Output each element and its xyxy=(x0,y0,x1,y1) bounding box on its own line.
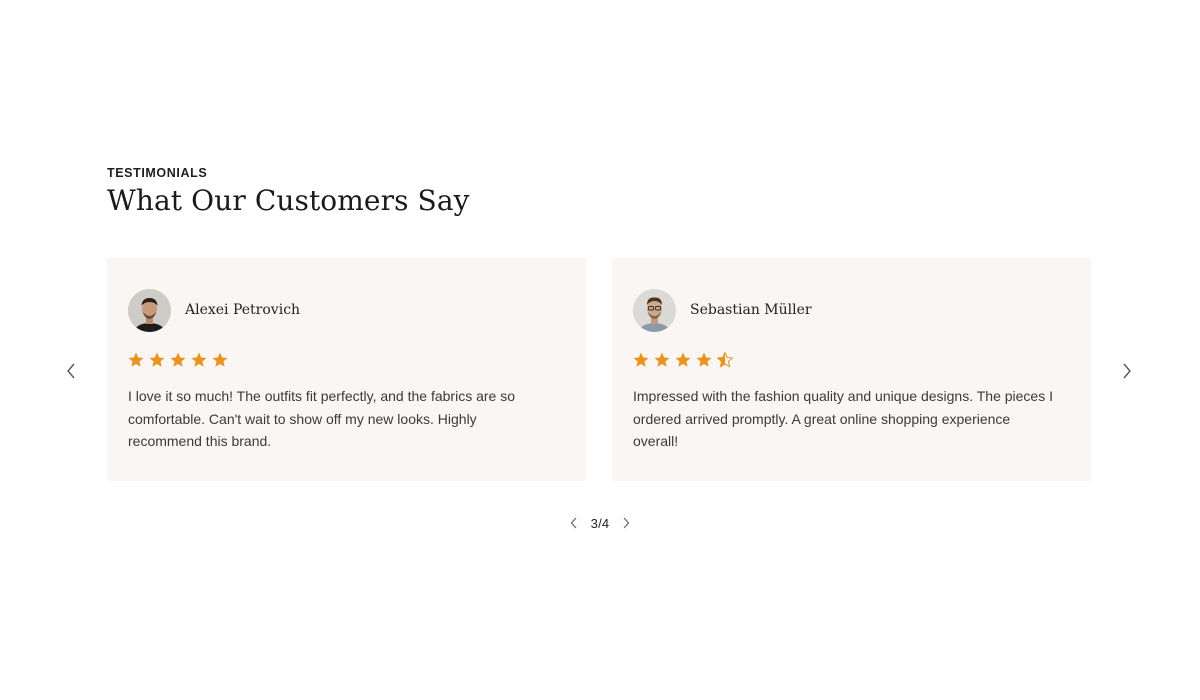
chevron-right-icon xyxy=(1123,363,1131,379)
star-icon xyxy=(149,352,165,367)
person-avatar-icon xyxy=(128,289,171,332)
chevron-right-icon xyxy=(623,517,630,529)
carousel-prev-button[interactable] xyxy=(60,360,82,382)
avatar xyxy=(128,289,171,332)
carousel-next-button[interactable] xyxy=(1116,360,1138,382)
avatar xyxy=(633,289,676,332)
pagination-prev-button[interactable] xyxy=(567,514,581,532)
person-avatar-icon xyxy=(633,289,676,332)
star-icon xyxy=(170,352,186,367)
pagination-next-button[interactable] xyxy=(619,514,633,532)
chevron-left-icon xyxy=(67,363,75,379)
star-icon xyxy=(191,352,207,367)
reviewer-name: Alexei Petrovich xyxy=(185,302,301,318)
star-icon xyxy=(696,352,712,367)
reviewer-name: Sebastian Müller xyxy=(690,302,812,318)
star-icon xyxy=(212,352,228,367)
chevron-left-icon xyxy=(570,517,577,529)
testimonial-card: Alexei Petrovich I love it so much! The … xyxy=(107,258,586,481)
star-icon xyxy=(654,352,670,367)
star-icon xyxy=(633,352,649,367)
star-rating xyxy=(632,351,734,369)
section-heading: What Our Customers Say xyxy=(107,184,470,217)
star-half-icon xyxy=(717,352,733,368)
testimonial-card: Sebastian Müller Impressed with the fash… xyxy=(612,258,1091,481)
pagination: 3/4 xyxy=(560,512,640,534)
testimonial-quote: Impressed with the fashion quality and u… xyxy=(633,388,1053,449)
star-rating xyxy=(127,351,229,369)
testimonial-quote: I love it so much! The outfits fit perfe… xyxy=(128,388,515,449)
star-icon xyxy=(675,352,691,367)
star-icon xyxy=(128,352,144,367)
testimonials-section: TESTIMONIALS What Our Customers Say Alex… xyxy=(0,0,1200,700)
pagination-counter: 3/4 xyxy=(590,515,610,531)
section-eyebrow: TESTIMONIALS xyxy=(107,166,208,180)
